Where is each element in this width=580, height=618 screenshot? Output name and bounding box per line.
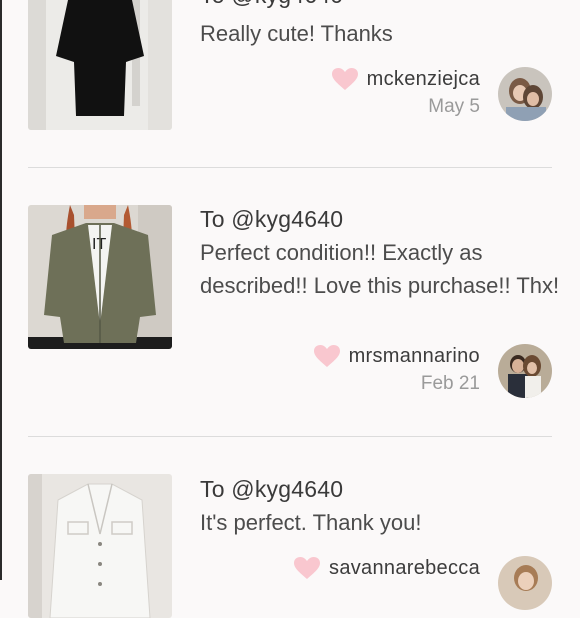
review-recipient: To @kyg4640 bbox=[200, 0, 343, 9]
review-recipient: To @kyg4640 bbox=[200, 206, 344, 232]
reviewer-username[interactable]: mrsmannarino bbox=[349, 345, 480, 368]
heart-icon[interactable] bbox=[331, 67, 359, 91]
item-thumbnail[interactable] bbox=[28, 0, 172, 130]
reviewer-row: savannarebecca bbox=[293, 553, 480, 583]
svg-text:IT: IT bbox=[92, 236, 106, 253]
review-comment: It's perfect. Thank you! bbox=[200, 510, 422, 535]
review-comment: Perfect condition!! Exactly as described… bbox=[200, 240, 560, 298]
review-recipient: To @kyg4640 bbox=[200, 476, 344, 502]
reviewer-avatar[interactable] bbox=[498, 344, 552, 398]
heart-icon[interactable] bbox=[313, 344, 341, 368]
item-thumbnail[interactable] bbox=[28, 474, 172, 618]
reviewer-row: mrsmannarino bbox=[313, 341, 480, 371]
review-date: Feb 21 bbox=[420, 373, 480, 394]
divider bbox=[28, 167, 552, 168]
reviewer-username[interactable]: savannarebecca bbox=[329, 557, 480, 580]
review-date: May 5 bbox=[428, 96, 480, 117]
reviewer-avatar[interactable] bbox=[498, 67, 552, 121]
item-thumbnail[interactable]: IT bbox=[28, 205, 172, 349]
heart-icon[interactable] bbox=[293, 556, 321, 580]
divider bbox=[28, 436, 552, 437]
reviewer-row: mckenziejca bbox=[331, 64, 480, 94]
screen-edge bbox=[0, 0, 2, 580]
reviewer-avatar[interactable] bbox=[498, 556, 552, 610]
reviewer-username[interactable]: mckenziejca bbox=[367, 68, 480, 91]
review-comment: Really cute! Thanks bbox=[200, 21, 393, 46]
